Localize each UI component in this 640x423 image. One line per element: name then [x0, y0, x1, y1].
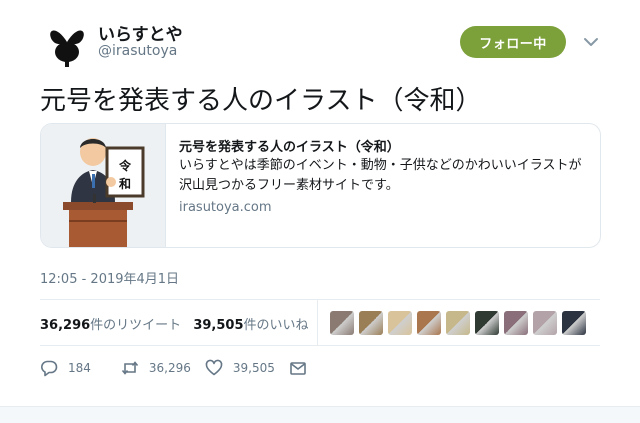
announcer-illustration: 令 和 — [41, 124, 165, 247]
retweet-action-count: 36,296 — [148, 361, 191, 375]
tweet-actions: 184 36,296 39,505 — [40, 358, 307, 378]
like-count: 39,505 — [193, 318, 244, 333]
liker-avatar[interactable] — [533, 311, 557, 335]
card-image: 令 和 — [41, 124, 166, 247]
liker-avatar[interactable] — [475, 311, 499, 335]
envelope-icon — [290, 362, 306, 375]
retweet-count: 36,296 — [40, 318, 91, 333]
retweet-label: 件のリツイート — [90, 318, 182, 333]
liker-avatar[interactable] — [359, 311, 383, 335]
liker-avatar[interactable] — [504, 311, 528, 335]
stats-separator — [317, 300, 318, 345]
retweet-icon — [121, 361, 139, 375]
tweet-timestamp[interactable]: 12:05 - 2019年4月1日 — [40, 268, 179, 287]
heart-icon — [205, 359, 223, 376]
liker-avatar[interactable] — [388, 311, 412, 335]
liker-avatar[interactable] — [446, 311, 470, 335]
irasutoya-rabbit-logo-icon — [43, 21, 91, 69]
reply-icon — [41, 360, 58, 377]
user-handle[interactable]: @irasutoya — [98, 43, 177, 59]
engagement-stats: 36,296件のリツイート 39,505件のいいね — [40, 314, 309, 333]
retweet-button[interactable]: 36,296 — [121, 359, 191, 377]
divider — [40, 299, 600, 300]
divider — [40, 345, 600, 346]
following-button[interactable]: フォロー中 — [460, 26, 566, 58]
liker-avatar[interactable] — [417, 311, 441, 335]
reply-count: 184 — [68, 361, 91, 375]
card-description: いらすとやは季節のイベント・動物・子供などのかわいいイラストが沢山見つかるフリー… — [179, 158, 582, 193]
card-title: 元号を発表する人のイラスト（令和） — [179, 140, 400, 155]
reply-button[interactable]: 184 — [40, 359, 91, 377]
retweet-stat[interactable]: 36,296件のリツイート — [40, 318, 181, 333]
liker-avatar[interactable] — [562, 311, 586, 335]
sign-text-1: 令 — [118, 158, 132, 173]
chevron-down-icon[interactable] — [582, 36, 600, 48]
like-label: 件のいいね — [243, 318, 309, 333]
liker-avatar[interactable] — [330, 311, 354, 335]
card-domain: irasutoya.com — [179, 200, 272, 215]
sign-text-2: 和 — [118, 176, 131, 191]
tweet-text: 元号を発表する人のイラスト（令和） — [40, 86, 482, 116]
display-name[interactable]: いらすとや — [98, 20, 183, 45]
liker-avatars — [330, 311, 586, 335]
avatar[interactable] — [42, 20, 92, 70]
direct-message-button[interactable] — [289, 359, 307, 377]
footer-band — [0, 406, 640, 423]
like-button[interactable]: 39,505 — [205, 359, 275, 377]
like-action-count: 39,505 — [232, 361, 275, 375]
link-card[interactable]: 令 和 元号を発表する人のイラスト（令和） いらすとやは季節のイベント・動物・子… — [40, 123, 601, 248]
like-stat[interactable]: 39,505件のいいね — [193, 318, 308, 333]
